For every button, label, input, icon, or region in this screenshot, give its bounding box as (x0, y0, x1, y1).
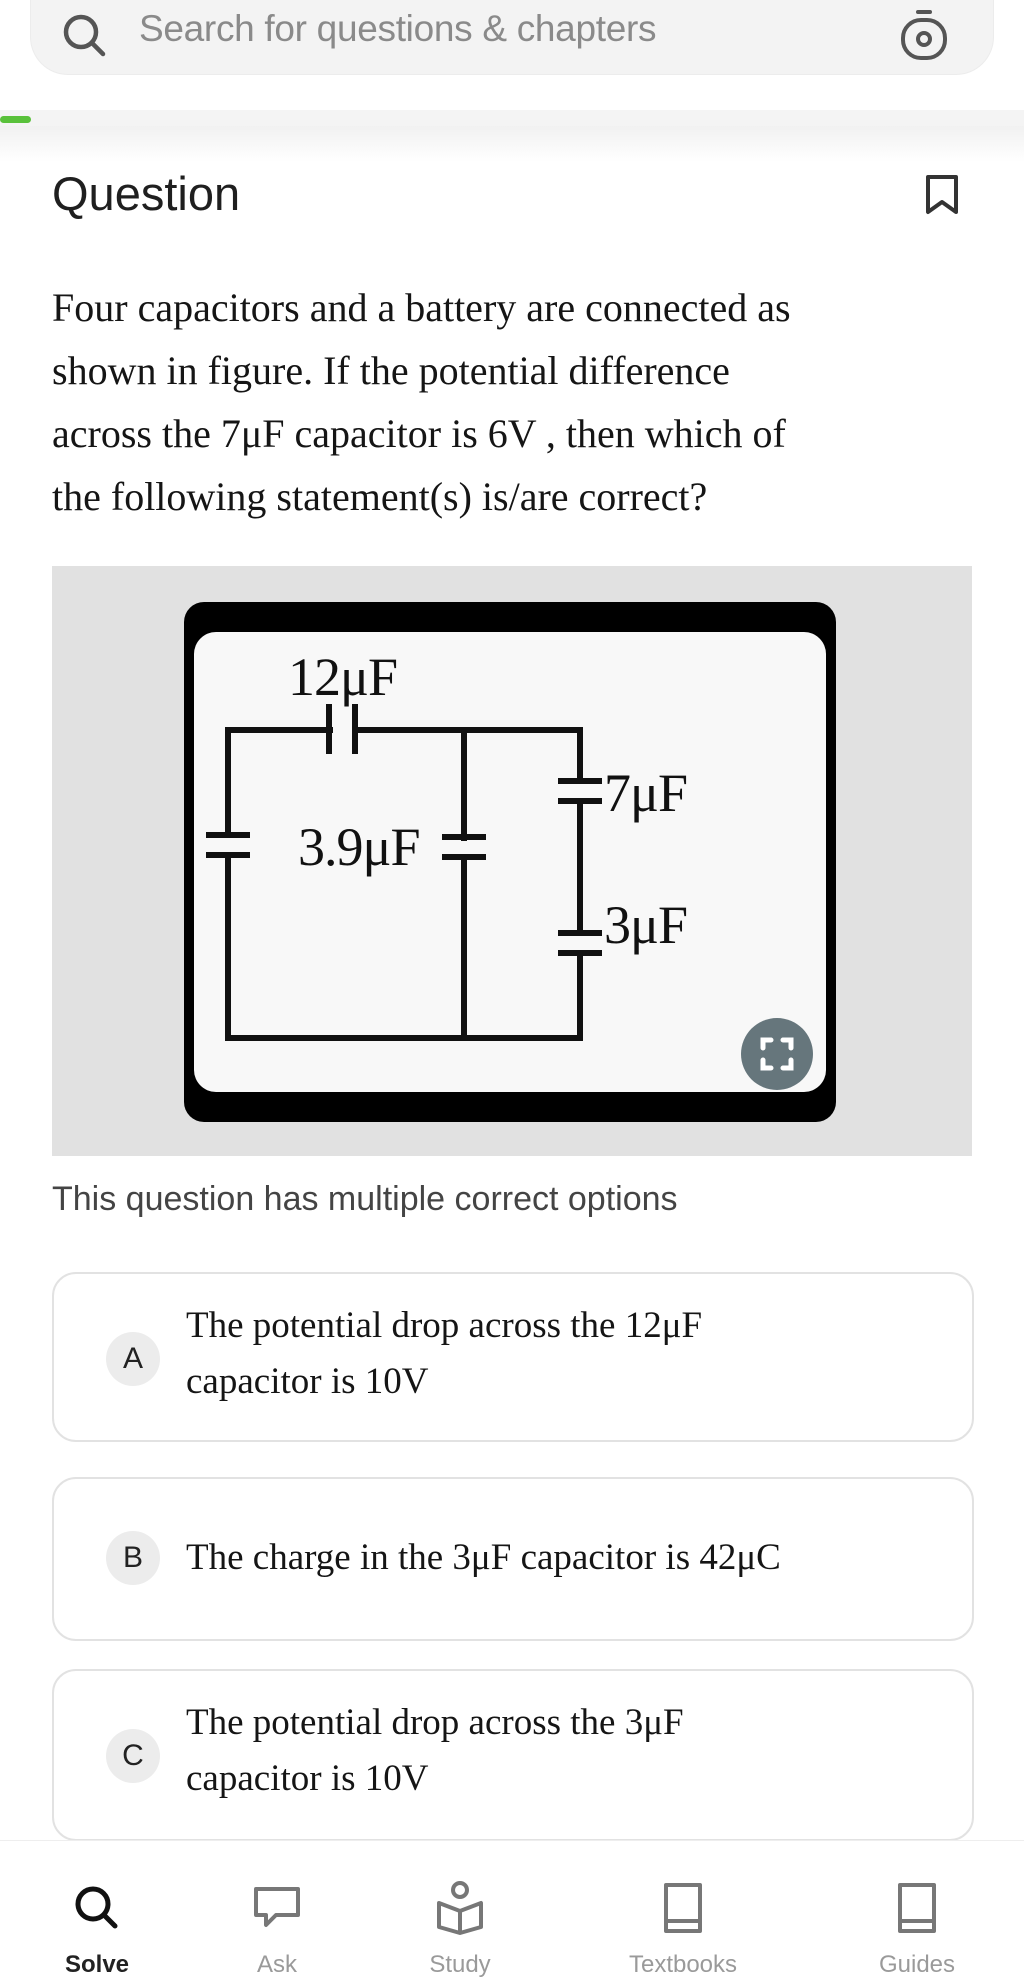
progress-track (0, 110, 1024, 126)
chat-icon (250, 1881, 304, 1940)
capacitor-3uf-plate (558, 930, 602, 936)
option-line: The potential drop across the 3μF (186, 1702, 684, 1743)
capacitor-12uf-plate (326, 704, 332, 754)
option-c[interactable]: C The potential drop across the 3μF capa… (52, 1669, 974, 1841)
option-text: The charge in the 3μF capacitor is 42μC (186, 1530, 926, 1586)
search-icon (57, 8, 113, 69)
option-text: The potential drop across the 3μF capaci… (186, 1695, 926, 1807)
nav-label: Study (429, 1951, 491, 1978)
question-figure: 12μF 3.9μF 7μF 3μF (52, 566, 972, 1156)
option-letter: A (106, 1332, 160, 1386)
camera-icon[interactable] (893, 2, 957, 71)
capacitor-3uf-plate (558, 950, 602, 956)
option-line: capacitor is 10V (186, 1758, 429, 1799)
capacitor-12uf-plate (352, 704, 358, 754)
nav-solve[interactable]: Solve (12, 1841, 182, 1978)
header-divider (0, 126, 1024, 162)
wire-top-right (353, 727, 583, 783)
question-line: Four capacitors and a battery are connec… (52, 285, 791, 330)
nav-study[interactable]: Study (375, 1841, 545, 1978)
question-line: the following statement(s) is/are correc… (52, 474, 708, 519)
search-bar[interactable]: Search for questions & chapters (30, 0, 994, 75)
question-line: across the 7μF capacitor is 6V , then wh… (52, 411, 786, 456)
capacitor-label-3uf: 3μF (604, 895, 688, 955)
nav-textbooks[interactable]: Textbooks (598, 1841, 768, 1978)
wire-left-lower (225, 853, 583, 1041)
nav-label: Ask (256, 1951, 297, 1978)
nav-label: Guides (878, 1951, 956, 1978)
option-a[interactable]: A The potential drop across the 12μF cap… (52, 1272, 974, 1442)
bottom-navigation: Solve Ask Study Textbooks Guides (0, 1840, 1024, 1978)
book-icon (656, 1881, 710, 1940)
capacitor-label-3-9uf: 3.9μF (298, 817, 420, 877)
question-text: Four capacitors and a battery are connec… (52, 276, 982, 528)
figure-frame: 12μF 3.9μF 7μF 3μF (184, 602, 836, 1122)
capacitor-3-9uf-plate (442, 834, 486, 840)
multiple-correct-note: This question has multiple correct optio… (52, 1180, 678, 1218)
capacitor-left-plate (206, 852, 250, 858)
capacitor-7uf-plate (558, 778, 602, 784)
option-letter: B (106, 1531, 160, 1585)
capacitor-left-plate (206, 832, 250, 838)
search-placeholder[interactable]: Search for questions & chapters (139, 8, 657, 50)
nav-guides[interactable]: Guides (832, 1841, 1002, 1978)
option-letter: C (106, 1729, 160, 1783)
capacitor-7uf-plate (558, 798, 602, 804)
option-b[interactable]: B The charge in the 3μF capacitor is 42μ… (52, 1477, 974, 1641)
search-icon (70, 1881, 124, 1940)
question-line: shown in figure. If the potential differ… (52, 348, 730, 393)
page-title: Question (52, 167, 241, 220)
option-line: capacitor is 10V (186, 1361, 429, 1402)
option-line: The charge in the 3μF capacitor is 42μC (186, 1537, 781, 1578)
progress-bar (0, 116, 31, 123)
option-line: The potential drop across the 12μF (186, 1305, 703, 1346)
circuit-diagram: 12μF 3.9μF 7μF 3μF (194, 632, 826, 1092)
guide-icon (890, 1881, 944, 1940)
bookmark-icon[interactable] (922, 174, 962, 221)
capacitor-label-12uf: 12μF (288, 647, 398, 707)
nav-label: Solve (64, 1951, 130, 1978)
option-text: The potential drop across the 12μF capac… (186, 1298, 926, 1410)
nav-label: Textbooks (628, 1951, 738, 1978)
nav-ask[interactable]: Ask (192, 1841, 362, 1978)
capacitor-3-9uf-plate (442, 854, 486, 860)
study-icon (433, 1881, 487, 1940)
capacitor-label-7uf: 7μF (604, 763, 688, 823)
